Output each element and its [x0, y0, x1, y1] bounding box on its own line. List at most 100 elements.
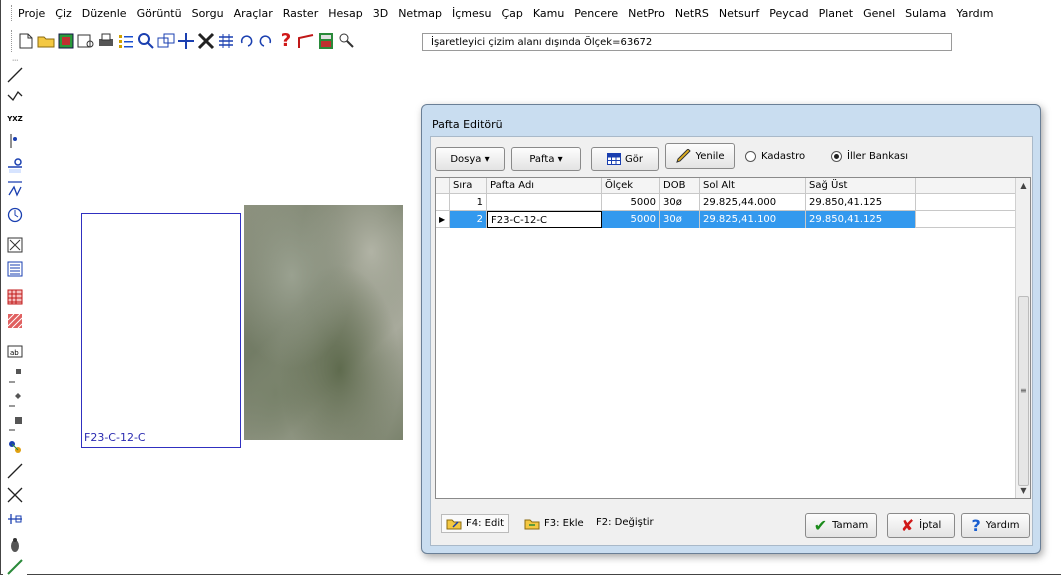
menu-netpro[interactable]: NetPro	[628, 7, 665, 20]
menu-icmesu[interactable]: İçmesu	[452, 7, 491, 20]
current-row-arrow-icon: ▶	[436, 211, 450, 228]
hatch-icon[interactable]	[6, 288, 24, 306]
network-icon[interactable]	[6, 438, 24, 456]
diamond-point-icon[interactable]	[6, 390, 24, 408]
cell-sag-ust[interactable]: 29.850,41.125	[806, 211, 916, 228]
iller-bankasi-radio[interactable]: İller Bankası	[831, 151, 908, 162]
kadastro-radio[interactable]: Kadastro	[745, 151, 805, 162]
offset-icon[interactable]	[6, 510, 24, 528]
cell-sira[interactable]: 1	[450, 194, 487, 211]
clock-icon[interactable]	[6, 206, 24, 224]
parcel-frame[interactable]	[81, 213, 241, 448]
bug-icon[interactable]	[6, 536, 24, 554]
col-header-olcek[interactable]: Ölçek	[602, 178, 660, 194]
cell-sag-ust[interactable]: 29.850,41.125	[806, 194, 916, 211]
text-list-icon[interactable]	[6, 260, 24, 278]
menu-netsurf[interactable]: Netsurf	[719, 7, 759, 20]
line-icon[interactable]	[6, 66, 24, 84]
col-header-sag-ust[interactable]: Sağ Üst	[806, 178, 916, 194]
block-insert-icon[interactable]	[6, 156, 24, 174]
gor-button[interactable]: Gör	[591, 147, 659, 171]
square-point-icon[interactable]	[6, 414, 24, 432]
menu-netmap[interactable]: Netmap	[398, 7, 442, 20]
cut-icon[interactable]	[197, 32, 215, 50]
col-header-sol-alt[interactable]: Sol Alt	[700, 178, 806, 194]
menu-yardim[interactable]: Yardım	[956, 7, 993, 20]
vertical-scrollbar[interactable]: ▲ ≡ ▼	[1015, 178, 1030, 498]
arc-icon[interactable]	[6, 180, 24, 198]
zoom-icon[interactable]	[137, 32, 155, 50]
print-preview-icon[interactable]	[77, 32, 95, 50]
cell-sira[interactable]: 2	[450, 211, 487, 228]
scroll-down-icon[interactable]: ▼	[1016, 483, 1030, 498]
menu-cap[interactable]: Çap	[501, 7, 522, 20]
fill-icon[interactable]	[6, 312, 24, 330]
menu-sulama[interactable]: Sulama	[905, 7, 946, 20]
cell-sol-alt[interactable]: 29.825,44.000	[700, 194, 806, 211]
tamam-button[interactable]: ✔ Tamam	[805, 513, 877, 538]
new-file-icon[interactable]	[17, 32, 35, 50]
f2-degistir-button[interactable]: F2: Değiştir	[596, 517, 654, 528]
cell-dob[interactable]: 30ø	[660, 211, 700, 228]
yardim-button[interactable]: ? Yardım	[961, 513, 1030, 538]
menu-ciz[interactable]: Çiz	[55, 7, 72, 20]
measure-icon[interactable]	[6, 558, 24, 576]
col-header-dob[interactable]: DOB	[660, 178, 700, 194]
cell-dob[interactable]: 30ø	[660, 194, 700, 211]
dimension-icon[interactable]	[6, 236, 24, 254]
col-header-pafta-adi[interactable]: Pafta Adı	[487, 178, 602, 194]
open-folder-icon[interactable]	[37, 32, 55, 50]
iller-bankasi-radio-button[interactable]	[831, 151, 842, 162]
menu-hesap[interactable]: Hesap	[328, 7, 363, 20]
undo-icon[interactable]	[237, 32, 255, 50]
scrollbar-grip-icon: ≡	[1020, 386, 1027, 395]
point-icon[interactable]	[6, 132, 24, 150]
menu-proje[interactable]: Proje	[18, 7, 45, 20]
calculator-icon[interactable]	[317, 32, 335, 50]
cell-pafta-adi-editing[interactable]: F23-C-12-C	[487, 211, 602, 228]
cross-line-icon[interactable]	[6, 486, 24, 504]
redo-icon[interactable]	[257, 32, 275, 50]
dosya-button[interactable]: Dosya ▾	[435, 147, 505, 171]
help-icon[interactable]: ?	[277, 32, 295, 50]
diagonal-line-icon[interactable]	[6, 462, 24, 480]
pafta-button[interactable]: Pafta ▾	[511, 147, 581, 171]
list-icon[interactable]	[117, 32, 135, 50]
table-row-selected[interactable]: ▶ 2 F23-C-12-C 5000 30ø 29.825,41.100 29…	[436, 211, 1016, 228]
menu-3d[interactable]: 3D	[373, 7, 388, 20]
menu-planet[interactable]: Planet	[819, 7, 853, 20]
kadastro-radio-button[interactable]	[745, 151, 756, 162]
pan-cross-icon[interactable]	[177, 32, 195, 50]
table-row[interactable]: 1 5000 30ø 29.825,44.000 29.850,41.125	[436, 194, 1016, 211]
cell-pafta-adi[interactable]	[487, 194, 602, 211]
polyline-draw-icon[interactable]	[6, 86, 24, 104]
menu-duzenle[interactable]: Düzenle	[82, 7, 127, 20]
iptal-button[interactable]: ✘ İptal	[887, 513, 955, 538]
menu-araclar[interactable]: Araçlar	[234, 7, 273, 20]
print-icon[interactable]	[97, 32, 115, 50]
menu-kamu[interactable]: Kamu	[533, 7, 564, 20]
find-user-icon[interactable]	[337, 32, 355, 50]
menu-netrs[interactable]: NetRS	[675, 7, 709, 20]
cell-sol-alt[interactable]: 29.825,41.100	[700, 211, 806, 228]
polyline-icon[interactable]	[297, 32, 315, 50]
f3-ekle-button[interactable]: F3: Ekle	[524, 517, 584, 530]
corner-point-icon[interactable]	[6, 366, 24, 384]
menu-goruntu[interactable]: Görüntü	[137, 7, 182, 20]
cell-olcek[interactable]: 5000	[602, 211, 660, 228]
grid-snap-icon[interactable]	[217, 32, 235, 50]
xyz-point-icon[interactable]: YXZ	[6, 110, 24, 128]
menu-raster[interactable]: Raster	[283, 7, 318, 20]
menu-genel[interactable]: Genel	[863, 7, 895, 20]
yenile-button[interactable]: Yenile	[665, 143, 735, 169]
scroll-up-icon[interactable]: ▲	[1016, 178, 1030, 193]
menu-peycad[interactable]: Peycad	[769, 7, 808, 20]
f4-edit-button[interactable]: F4: Edit	[441, 514, 510, 533]
col-header-sira[interactable]: Sıra	[450, 178, 487, 194]
layer-icon[interactable]	[57, 32, 75, 50]
window-zoom-icon[interactable]	[157, 32, 175, 50]
menu-sorgu[interactable]: Sorgu	[192, 7, 224, 20]
cell-olcek[interactable]: 5000	[602, 194, 660, 211]
menu-pencere[interactable]: Pencere	[574, 7, 618, 20]
label-icon[interactable]: ab	[6, 342, 24, 360]
